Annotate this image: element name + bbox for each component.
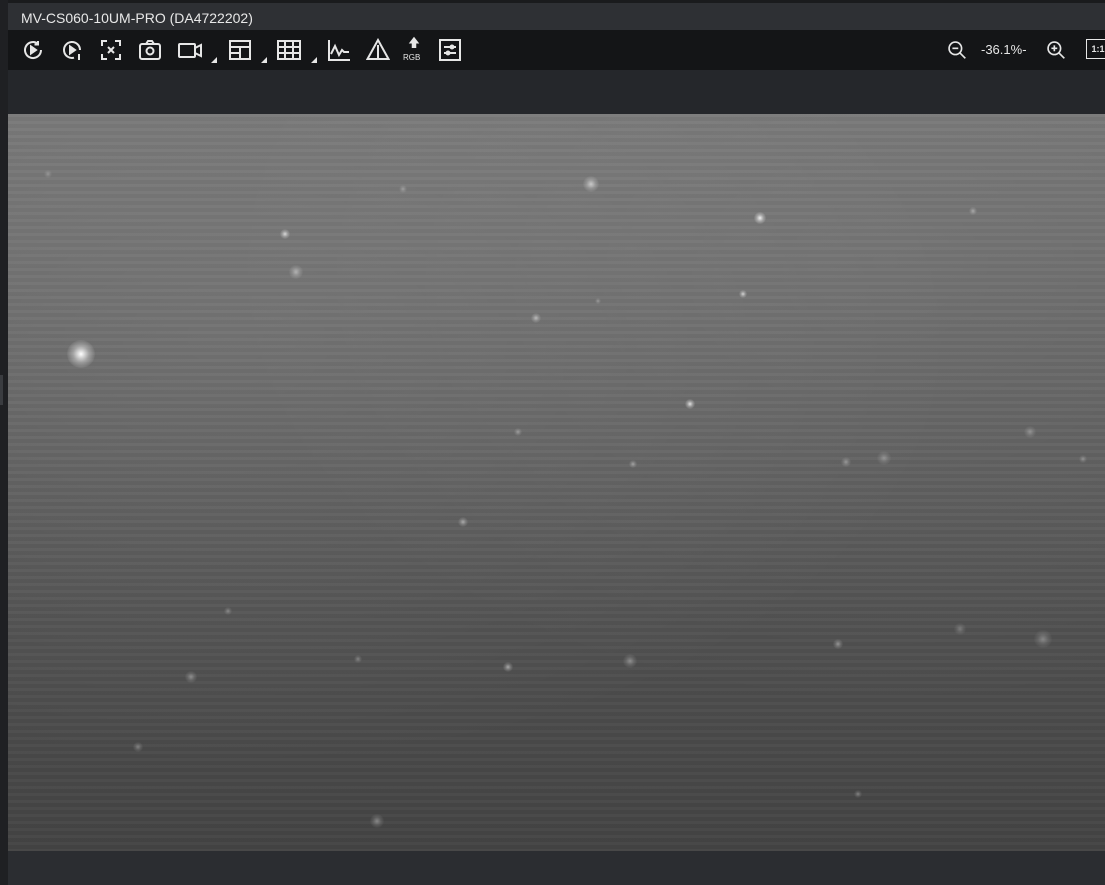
image-speckle: [754, 212, 766, 224]
image-haze: [8, 114, 1105, 851]
image-speckle: [399, 185, 407, 193]
rgb-label: RGB: [403, 53, 421, 62]
warning-triangle-icon: [366, 38, 390, 60]
zoom-level: -36.1%-: [981, 42, 1027, 57]
image-speckle: [1024, 426, 1036, 438]
zoom-in-button[interactable]: [1042, 36, 1070, 64]
image-speckle: [583, 176, 599, 192]
status-bar: [8, 851, 1105, 885]
splitter-handle[interactable]: [0, 375, 3, 405]
image-speckle: [458, 517, 468, 527]
image-speckle: [133, 742, 143, 752]
window-titlebar: MV-CS060-10UM-PRO (DA4722202): [8, 0, 1105, 30]
zoom-in-icon: [1047, 41, 1065, 59]
image-speckle: [629, 460, 637, 468]
layout-grid-icon: [229, 40, 251, 60]
image-speckle: [854, 790, 862, 798]
image-speckle: [954, 623, 966, 635]
grid-overlay-button[interactable]: [275, 36, 303, 64]
record-dropdown-arrow[interactable]: [211, 57, 217, 63]
continuous-acquisition-button[interactable]: [19, 36, 47, 64]
single-frame-button[interactable]: [58, 36, 86, 64]
grid-icon: [277, 40, 301, 60]
image-speckle: [503, 662, 513, 672]
image-speckle: [67, 340, 95, 368]
image-speckle: [370, 814, 384, 828]
image-speckle: [623, 654, 637, 668]
toolbar: RGB -36.1%- 1:1: [8, 30, 1105, 70]
image-info-bar: [8, 70, 1105, 114]
image-speckle: [1079, 455, 1087, 463]
image-speckle: [969, 207, 977, 215]
image-speckle: [354, 655, 362, 663]
stop-acquisition-button[interactable]: [97, 36, 125, 64]
warning-button[interactable]: [364, 36, 392, 64]
image-speckle: [685, 399, 695, 409]
image-speckle: [1034, 630, 1052, 648]
image-speckle: [224, 607, 232, 615]
rgb-button[interactable]: RGB: [400, 36, 428, 64]
snapshot-button[interactable]: [136, 36, 164, 64]
image-speckle: [289, 265, 303, 279]
image-speckle: [185, 671, 197, 683]
histogram-button[interactable]: [325, 36, 353, 64]
stop-x-icon: [101, 40, 121, 60]
grid-dropdown-arrow[interactable]: [311, 57, 317, 63]
record-button[interactable]: [176, 36, 204, 64]
rgb-arrow-icon: [408, 36, 420, 48]
actual-size-label: 1:1: [1091, 44, 1105, 54]
image-speckle: [833, 639, 843, 649]
settings-button[interactable]: [436, 36, 464, 64]
window-title: MV-CS060-10UM-PRO (DA4722202): [21, 10, 253, 26]
zoom-out-button[interactable]: [943, 36, 971, 64]
image-speckle: [514, 428, 522, 436]
camera-icon: [139, 40, 161, 60]
image-speckle: [280, 229, 290, 239]
sliders-icon: [439, 39, 461, 61]
actual-size-button[interactable]: 1:1: [1086, 39, 1105, 59]
line-chart-icon: [328, 40, 350, 61]
layout-dropdown-arrow[interactable]: [261, 57, 267, 63]
image-speckle: [595, 298, 601, 304]
play-single-icon: [63, 41, 82, 60]
image-speckle: [739, 290, 747, 298]
left-panel-edge: [0, 0, 8, 885]
window-layout-button[interactable]: [226, 36, 254, 64]
image-speckle: [44, 170, 52, 178]
rotate-play-icon: [24, 41, 43, 59]
zoom-out-icon: [948, 41, 966, 59]
image-speckle: [877, 451, 891, 465]
camera-image-view[interactable]: [8, 114, 1105, 851]
image-speckle: [531, 313, 541, 323]
video-camera-icon: [178, 43, 202, 58]
image-speckle: [841, 457, 851, 467]
